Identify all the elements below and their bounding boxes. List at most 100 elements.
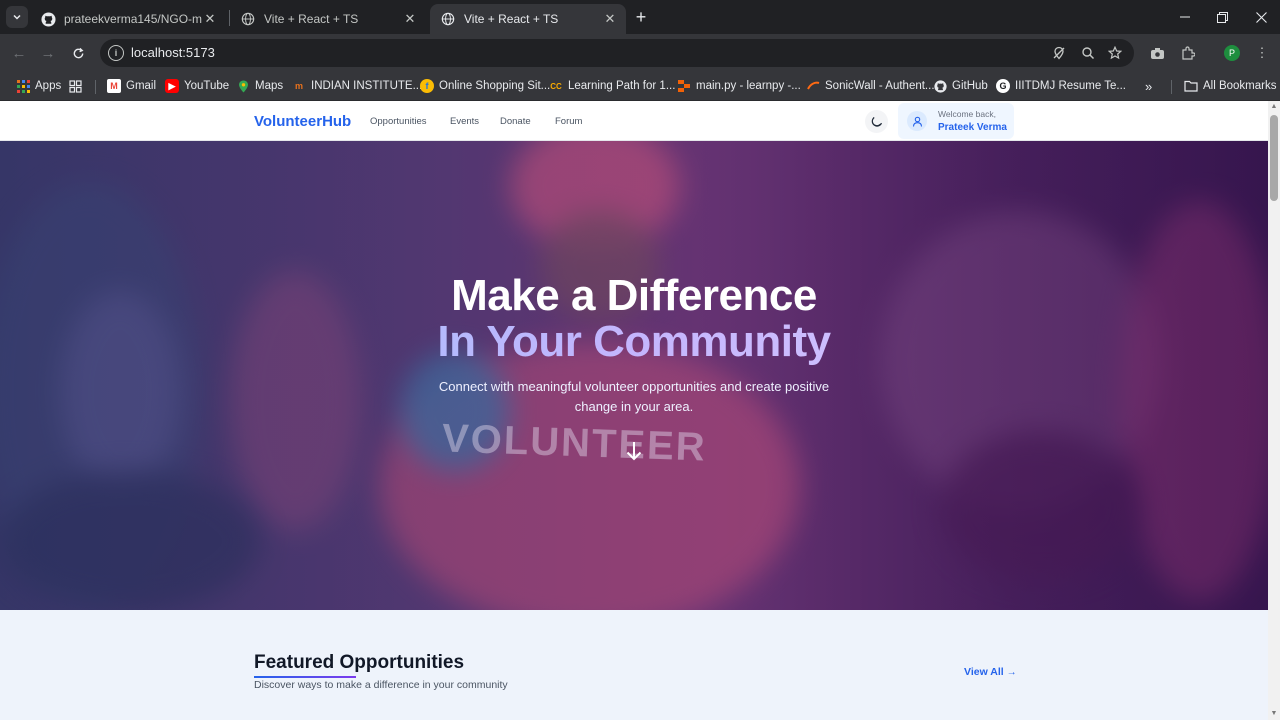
close-icon[interactable]: ✕	[202, 11, 218, 27]
bookmark-indian-institute[interactable]: m INDIAN INSTITUTE...	[292, 77, 422, 95]
profile-avatar[interactable]: P	[1224, 45, 1240, 61]
restore-button[interactable]	[1203, 0, 1241, 34]
back-button[interactable]: ←	[8, 42, 30, 64]
extensions-icon[interactable]	[1178, 43, 1198, 63]
github-icon	[933, 79, 947, 93]
bookmark-label: main.py - learnpy -...	[696, 80, 801, 92]
chevron-down-icon	[13, 14, 21, 20]
browser-tab-vite-1[interactable]: Vite + React + TS ✕	[230, 4, 426, 34]
user-icon	[907, 111, 927, 131]
bookmark-divider	[95, 80, 96, 94]
bookmark-label: GitHub	[952, 80, 988, 92]
youtube-icon: ▶	[165, 79, 179, 93]
bookmark-label: IIITDMJ Resume Te...	[1015, 80, 1126, 92]
scroll-up-arrow-icon[interactable]: ▲	[1270, 103, 1278, 111]
tab-strip: prateekverma145/NGO-manag ✕ Vite + React…	[0, 0, 1280, 34]
close-icon	[1255, 11, 1267, 23]
bookmark-label: INDIAN INSTITUTE...	[311, 80, 423, 92]
bookmark-label: Maps	[255, 80, 284, 92]
reload-button[interactable]	[67, 42, 89, 64]
bookmark-learning-path[interactable]: CC Learning Path for 1...	[549, 77, 675, 95]
bookmark-main-py[interactable]: main.py - learnpy -...	[677, 77, 801, 95]
star-icon[interactable]	[1106, 44, 1124, 62]
bookmark-sonicwall[interactable]: SonicWall - Authent...	[806, 77, 935, 95]
bookmark-resume[interactable]: G IIITDMJ Resume Te...	[996, 77, 1126, 95]
arrow-right-icon: →	[40, 44, 56, 62]
replit-icon	[677, 79, 691, 93]
close-window-button[interactable]	[1242, 0, 1280, 34]
scrollbar-thumb[interactable]	[1270, 115, 1278, 201]
view-all-link[interactable]: View All →	[964, 666, 1017, 678]
bookmark-label: All Bookmarks	[1203, 80, 1277, 92]
arrow-left-icon: ←	[11, 44, 27, 62]
user-profile-chip[interactable]: Welcome back, Prateek Verma	[898, 103, 1014, 139]
page-viewport: VolunteerHub Opportunities Events Donate…	[0, 101, 1268, 720]
hero-subtitle: Connect with meaningful volunteer opport…	[438, 379, 830, 414]
location-blocked-icon[interactable]	[1050, 44, 1068, 62]
gmail-icon: M	[107, 79, 121, 93]
brand-logo[interactable]: VolunteerHub	[254, 113, 351, 130]
browser-tab-vite-active[interactable]: Vite + React + TS ✕	[430, 4, 626, 34]
close-icon[interactable]: ✕	[602, 11, 618, 27]
cc-icon: CC	[550, 81, 562, 91]
bookmark-gmail[interactable]: M Gmail	[107, 77, 156, 95]
restore-icon	[1216, 11, 1228, 23]
nav-forum[interactable]: Forum	[555, 116, 582, 127]
resume-icon: G	[996, 79, 1010, 93]
shirt-print-text: VOLUNTEER	[441, 416, 708, 470]
bookmark-online-shopping[interactable]: f Online Shopping Sit...	[420, 77, 550, 95]
bookmark-label: YouTube	[184, 80, 230, 92]
minimize-icon	[1180, 16, 1190, 18]
minimize-button[interactable]	[1166, 0, 1204, 34]
sonicwall-icon	[806, 79, 820, 93]
forward-button[interactable]: →	[37, 42, 59, 64]
arrow-right-icon: →	[1006, 667, 1017, 678]
close-icon[interactable]: ✕	[402, 11, 418, 27]
bookmark-divider	[1171, 80, 1172, 94]
bookmark-github[interactable]: GitHub	[933, 77, 988, 95]
url-text[interactable]: localhost:5173	[131, 45, 215, 60]
hero-title-line-2: In Your Community	[0, 317, 1268, 367]
screenshot-icon[interactable]	[1147, 43, 1167, 63]
browser-toolbar: ← → i localhost:5173 ⋮	[0, 34, 1280, 95]
nav-opportunities[interactable]: Opportunities	[370, 116, 427, 127]
institute-icon: m	[294, 81, 303, 91]
all-bookmarks-button[interactable]: All Bookmarks	[1184, 77, 1277, 95]
hero-section: VOLUNTEER Make a Difference In Your Comm…	[0, 141, 1268, 610]
user-name: Prateek Verma	[938, 122, 1007, 133]
bookmark-tab-groups[interactable]	[68, 77, 87, 95]
scroll-down-button[interactable]	[624, 440, 644, 462]
apps-grid-icon	[16, 79, 30, 93]
nav-donate[interactable]: Donate	[500, 116, 531, 127]
folder-icon	[1184, 79, 1198, 93]
nav-events[interactable]: Events	[450, 116, 479, 127]
site-info-icon[interactable]: i	[108, 45, 124, 61]
bookmark-youtube[interactable]: ▶ YouTube	[165, 77, 229, 95]
new-tab-button[interactable]: +	[630, 6, 652, 28]
bookmark-maps[interactable]: Maps	[236, 77, 283, 95]
chevron-double-right-icon: »	[1145, 78, 1153, 94]
scroll-down-arrow-icon[interactable]: ▼	[1270, 710, 1278, 718]
bookmark-label: SonicWall - Authent...	[825, 80, 935, 92]
bookmark-apps[interactable]: Apps	[16, 77, 61, 95]
featured-section-title: Featured Opportunities	[254, 652, 465, 673]
zoom-icon[interactable]	[1079, 44, 1097, 62]
address-bar[interactable]: i localhost:5173	[100, 39, 1134, 67]
maps-icon	[236, 79, 250, 93]
more-bookmarks-button[interactable]: »	[1145, 77, 1152, 95]
tab-search-button[interactable]	[6, 6, 28, 28]
tab-title: Vite + React + TS	[264, 12, 359, 26]
hero-overlay	[0, 141, 1268, 610]
github-icon	[40, 11, 56, 27]
globe-icon	[240, 11, 256, 27]
tab-groups-icon	[68, 79, 82, 93]
menu-kebab-icon[interactable]: ⋮	[1252, 43, 1272, 63]
browser-tab-github[interactable]: prateekverma145/NGO-manag ✕	[30, 4, 226, 34]
featured-section-subtitle: Discover ways to make a difference in yo…	[254, 679, 508, 691]
plus-icon: +	[635, 6, 647, 27]
welcome-text: Welcome back,	[938, 109, 996, 119]
page-scrollbar[interactable]: ▲ ▼	[1268, 101, 1280, 720]
bookmark-label: Apps	[35, 80, 62, 92]
bookmark-label: Gmail	[126, 80, 157, 92]
theme-toggle-button[interactable]	[865, 110, 888, 133]
